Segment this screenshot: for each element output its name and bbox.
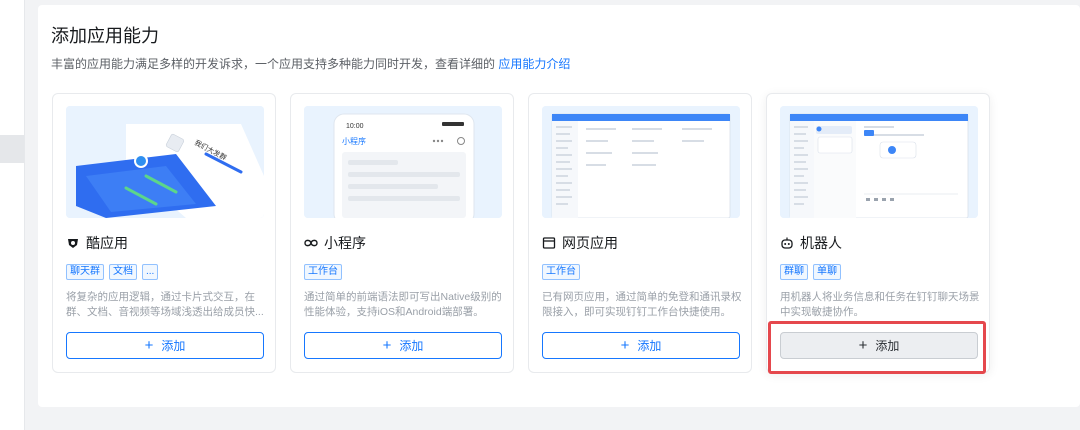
card-cool-app: 我们大发群 酷应用 聊天群 文档 ... 将复杂的应用逻辑，通过卡片式交互，在群…: [52, 93, 276, 373]
cool-app-icon: [66, 236, 80, 250]
card-title-text: 小程序: [324, 235, 366, 251]
tag: 群聊: [780, 264, 808, 280]
card-title-text: 网页应用: [562, 235, 618, 251]
tag: 文档: [109, 264, 137, 280]
add-button-label: 添加: [399, 339, 424, 353]
tag-more[interactable]: ...: [142, 264, 159, 280]
robot-illustration: [780, 106, 978, 218]
robot-icon: [780, 236, 794, 250]
card-title-text: 酷应用: [86, 235, 128, 251]
tag: 工作台: [304, 264, 342, 280]
mini-program-icon: [304, 236, 318, 250]
card-title: 网页应用: [542, 233, 618, 253]
tag: 工作台: [542, 264, 580, 280]
card-title: 机器人: [780, 233, 842, 253]
add-mini-program-button[interactable]: + 添加: [304, 332, 502, 359]
sidebar-active-tab[interactable]: [0, 135, 24, 163]
add-cool-app-button[interactable]: + 添加: [66, 332, 264, 359]
card-mini-program: 10:00 小程序 小程序 工作台 通过简单的前端语法即可写出Native级别的…: [290, 93, 514, 373]
card-description: 通过简单的前端语法即可写出Native级别的性能体验，支持iOS和Android…: [304, 291, 502, 318]
card-thumbnail: [780, 106, 978, 218]
web-app-illustration: [542, 106, 740, 218]
plus-icon: +: [620, 337, 630, 354]
card-tags: 群聊 单聊: [780, 264, 841, 280]
card-title: 酷应用: [66, 233, 128, 253]
web-app-icon: [542, 236, 556, 250]
card-tags: 聊天群 文档 ...: [66, 264, 159, 280]
add-button-label: 添加: [637, 339, 662, 353]
card-description: 将复杂的应用逻辑，通过卡片式交互，在群、文档、音视频等场域浅透出给成员快...: [66, 291, 264, 318]
tag: 单聊: [813, 264, 841, 280]
thumb-time: 10:00: [346, 123, 364, 130]
highlight-box: [768, 321, 986, 374]
add-button-label: 添加: [161, 339, 186, 353]
card-description: 已有网页应用，通过简单的免登和通讯录权限接入，即可实现钉钉工作台快捷使用。: [542, 291, 742, 318]
tag: 聊天群: [66, 264, 104, 280]
left-sidebar: [0, 0, 25, 430]
card-tags: 工作台: [542, 264, 580, 280]
plus-icon: +: [382, 337, 392, 354]
plus-icon: +: [144, 337, 154, 354]
mini-program-illustration: 10:00 小程序: [304, 106, 502, 218]
card-description: 用机器人将业务信息和任务在钉钉聊天场景中实现敏捷协作。: [780, 291, 980, 318]
add-web-app-button[interactable]: + 添加: [542, 332, 740, 359]
card-thumbnail: [542, 106, 740, 218]
card-tags: 工作台: [304, 264, 342, 280]
capability-intro-link[interactable]: 应用能力介绍: [498, 57, 570, 71]
card-thumbnail: 我们大发群: [66, 106, 264, 218]
page-subtitle: 丰富的应用能力满足多样的开发诉求，一个应用支持多种能力同时开发，查看详细的 应用…: [51, 55, 570, 72]
card-web-app: 网页应用 工作台 已有网页应用，通过简单的免登和通讯录权限接入，即可实现钉钉工作…: [528, 93, 752, 373]
page-title: 添加应用能力: [51, 26, 159, 46]
card-title-text: 机器人: [800, 235, 842, 251]
subtitle-text: 丰富的应用能力满足多样的开发诉求，一个应用支持多种能力同时开发，查看详细的: [51, 57, 496, 71]
thumb-mini-title: 小程序: [342, 136, 366, 146]
cool-app-illustration: 我们大发群: [66, 106, 264, 218]
card-thumbnail: 10:00 小程序: [304, 106, 502, 218]
card-title: 小程序: [304, 233, 366, 253]
